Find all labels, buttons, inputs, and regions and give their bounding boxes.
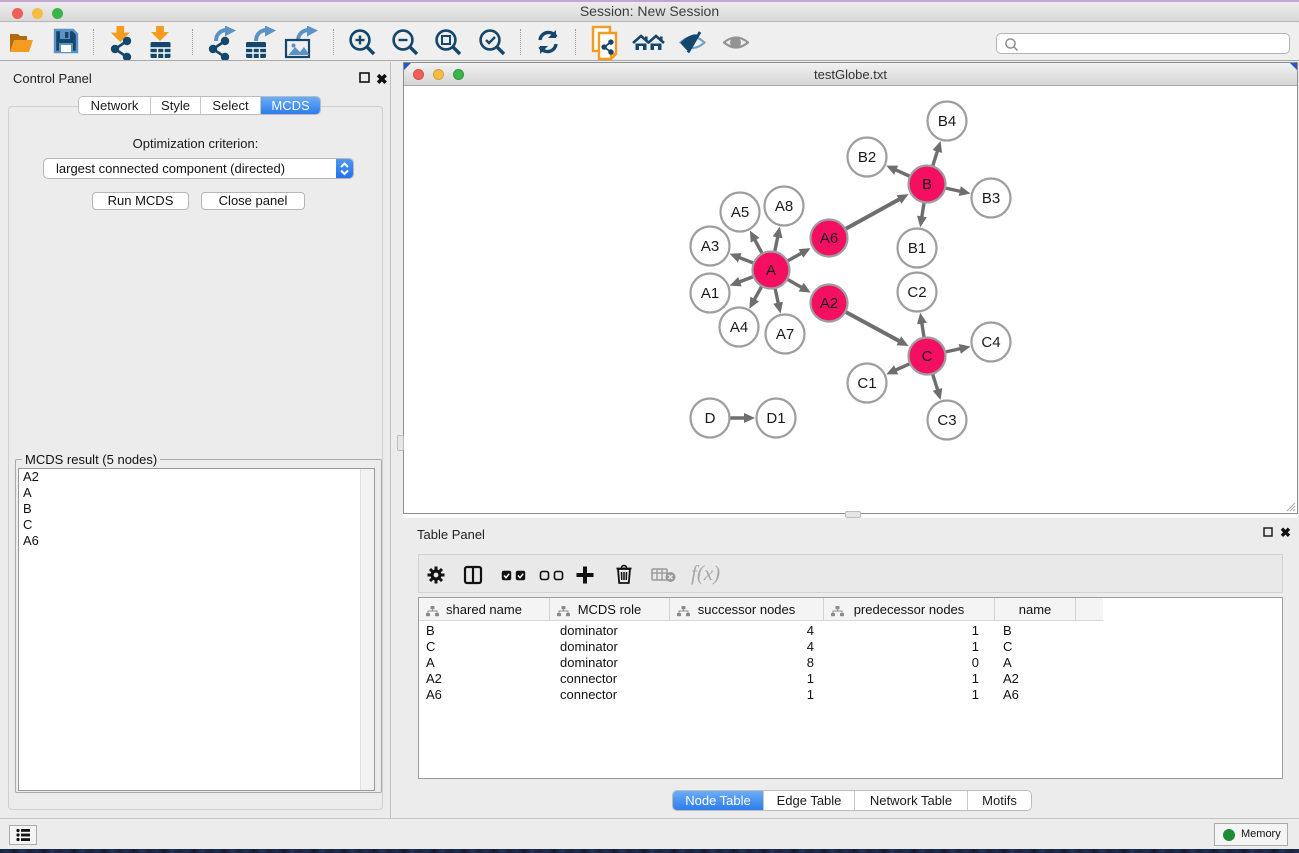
svg-text:C3: C3 — [937, 412, 956, 429]
svg-text:C1: C1 — [857, 375, 876, 392]
svg-text:A: A — [766, 262, 776, 279]
svg-text:C4: C4 — [981, 334, 1000, 351]
svg-text:B3: B3 — [982, 190, 1000, 207]
svg-text:B1: B1 — [908, 240, 926, 257]
svg-text:A7: A7 — [776, 326, 794, 343]
svg-text:D: D — [705, 410, 716, 427]
svg-text:C2: C2 — [907, 284, 926, 301]
svg-text:A8: A8 — [775, 198, 793, 215]
svg-text:A3: A3 — [701, 238, 719, 255]
svg-text:C: C — [922, 348, 933, 365]
svg-text:A1: A1 — [701, 285, 719, 302]
svg-text:A6: A6 — [820, 230, 838, 247]
svg-text:B4: B4 — [938, 113, 956, 130]
svg-text:B2: B2 — [858, 149, 876, 166]
svg-text:A2: A2 — [820, 295, 838, 312]
svg-text:B: B — [922, 176, 932, 193]
svg-text:D1: D1 — [766, 410, 785, 427]
svg-text:A4: A4 — [730, 319, 748, 336]
svg-text:A5: A5 — [731, 204, 749, 221]
